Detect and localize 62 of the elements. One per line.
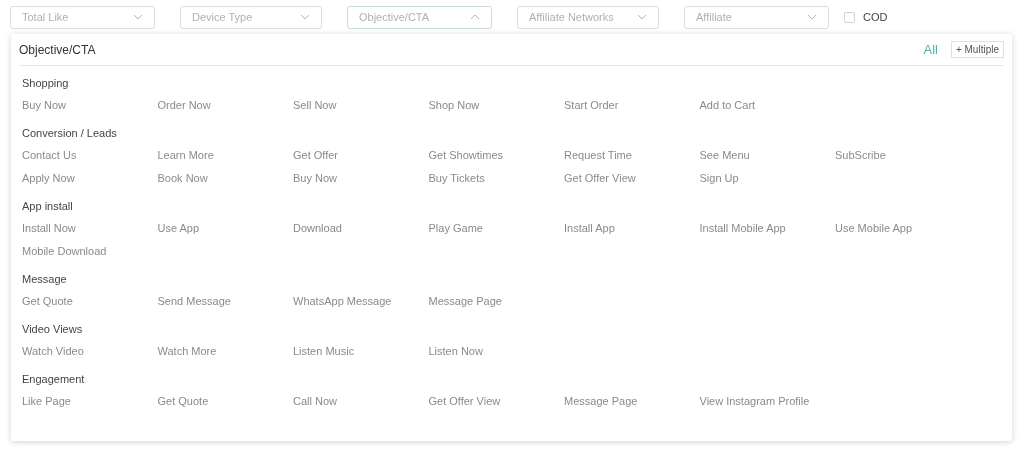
option-item[interactable]: Request Time xyxy=(564,147,632,164)
option-item[interactable]: Install Now xyxy=(22,220,76,237)
option-item[interactable]: Buy Tickets xyxy=(428,170,485,187)
option-item[interactable]: Learn More xyxy=(157,147,214,164)
option-item[interactable]: SubScribe xyxy=(835,147,886,164)
option-item[interactable]: Download xyxy=(293,220,342,237)
option-item[interactable]: Buy Now xyxy=(22,97,67,114)
group-heading: Video Views xyxy=(22,322,84,337)
chevron-down-icon xyxy=(133,14,143,20)
option-item[interactable]: Sell Now xyxy=(293,97,337,114)
group-heading: App install xyxy=(22,199,74,214)
option-item[interactable]: Install App xyxy=(564,220,615,237)
option-item[interactable]: Send Message xyxy=(157,293,231,310)
group-heading: Message xyxy=(22,272,68,287)
option-item[interactable]: View Instagram Profile xyxy=(699,393,810,410)
option-item[interactable]: Get Quote xyxy=(157,393,209,410)
option-item[interactable]: Use Mobile App xyxy=(835,220,913,237)
option-item[interactable]: Watch More xyxy=(157,343,217,360)
option-item[interactable]: Start Order xyxy=(564,97,619,114)
group-heading: Engagement xyxy=(22,372,86,387)
option-item[interactable]: Apply Now xyxy=(22,170,75,187)
option-item[interactable]: Shop Now xyxy=(428,97,480,114)
panel-title: Objective/CTA xyxy=(19,41,96,59)
option-item[interactable]: Call Now xyxy=(293,393,337,410)
option-item[interactable]: Buy Now xyxy=(293,170,338,187)
option-item[interactable]: Get Offer View xyxy=(564,170,636,187)
chevron-down-icon xyxy=(300,14,310,20)
option-item[interactable]: Listen Now xyxy=(428,343,483,360)
checkbox-label: COD xyxy=(863,9,888,25)
select-field[interactable]: Affiliate Networks xyxy=(517,5,659,29)
option-item[interactable]: Get Offer xyxy=(293,147,339,164)
checkbox[interactable] xyxy=(844,11,855,23)
all-link[interactable]: All xyxy=(923,39,938,60)
option-item[interactable]: Get Offer View xyxy=(428,393,501,410)
option-item[interactable]: Order Now xyxy=(157,97,211,114)
option-item[interactable]: Book Now xyxy=(157,170,208,187)
select-field[interactable]: Total Like xyxy=(10,5,155,29)
select-field[interactable]: Objective/CTA xyxy=(347,5,492,29)
option-item[interactable]: Mobile Download xyxy=(22,243,107,260)
group-heading: Conversion / Leads xyxy=(22,126,118,141)
option-item[interactable]: Get Showtimes xyxy=(428,147,504,164)
option-item[interactable]: Listen Music xyxy=(293,343,355,360)
option-item[interactable]: Contact Us xyxy=(22,147,77,164)
option-item[interactable]: Install Mobile App xyxy=(699,220,786,237)
option-item[interactable]: Use App xyxy=(157,220,200,237)
option-item[interactable]: Add to Cart xyxy=(699,97,756,114)
option-item[interactable]: Sign Up xyxy=(699,170,739,187)
option-item[interactable]: Play Game xyxy=(428,220,483,237)
option-item[interactable]: WhatsApp Message xyxy=(293,293,392,310)
chevron-up-icon xyxy=(470,14,480,20)
option-item[interactable]: Like Page xyxy=(22,393,71,410)
group-heading: Shopping xyxy=(22,76,70,91)
select-field[interactable]: Affiliate xyxy=(684,5,829,29)
chevron-down-icon xyxy=(807,14,817,20)
option-item[interactable]: Message Page xyxy=(428,293,502,310)
option-item[interactable]: Message Page xyxy=(564,393,638,410)
select-field[interactable]: Device Type xyxy=(180,5,322,29)
option-item[interactable]: Get Quote xyxy=(22,293,73,310)
chevron-down-icon xyxy=(637,14,647,20)
option-item[interactable]: See Menu xyxy=(699,147,750,164)
multiple-button[interactable]: + Multiple xyxy=(950,41,1004,58)
option-item[interactable]: Watch Video xyxy=(22,343,84,360)
